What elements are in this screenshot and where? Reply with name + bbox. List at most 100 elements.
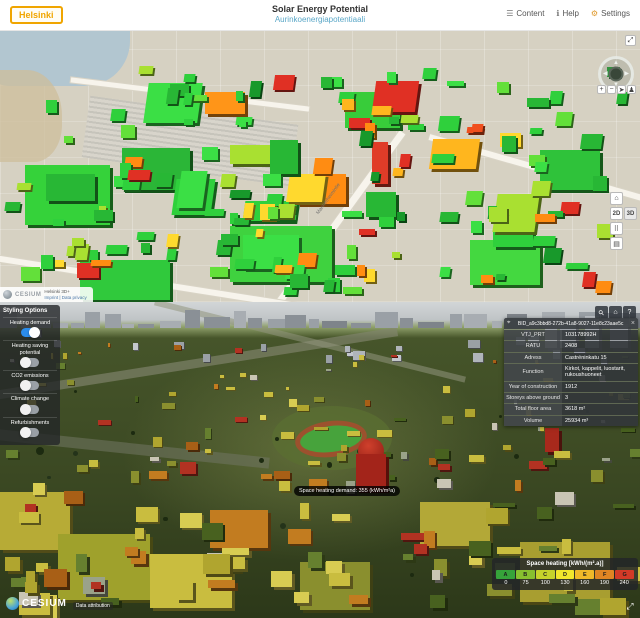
toggle-knob <box>20 357 31 368</box>
building-block <box>392 252 400 259</box>
zoom-controls: + − ➤ ♟ <box>597 85 636 94</box>
view-3d-button[interactable]: 3D <box>624 207 637 220</box>
legend-value: 0 <box>496 580 516 586</box>
building-block <box>401 115 419 123</box>
data-attribution-link[interactable]: Data attribution <box>73 602 113 610</box>
building-block <box>243 235 300 270</box>
fullscreen-button-bottom[interactable]: ⤢ <box>624 600 636 612</box>
legend-class-g: G <box>615 570 634 579</box>
pegman-button[interactable]: ♟ <box>627 85 636 94</box>
option-label: Climate change <box>3 396 57 402</box>
menu-item-help[interactable]: ℹ Help <box>556 9 579 18</box>
styling-option-refurbishments: Refurbishments <box>3 417 57 440</box>
skyline-building <box>450 314 463 328</box>
building-block <box>431 154 454 163</box>
info-value: Kirkot, kappelit, luostarit, rukoushuone… <box>562 364 638 381</box>
building-block <box>5 557 21 571</box>
building-block <box>141 243 150 253</box>
building-block <box>582 272 596 287</box>
building-block <box>535 214 554 222</box>
building-block <box>335 265 355 275</box>
building-block <box>25 582 37 593</box>
home-button[interactable]: ⌂ <box>610 192 623 205</box>
climate-change-toggle[interactable] <box>21 405 39 414</box>
zoom-in-button[interactable]: + <box>597 85 606 94</box>
building-block <box>273 75 295 90</box>
building-block <box>78 352 82 354</box>
building-block <box>6 450 19 458</box>
building-block <box>0 492 70 550</box>
building-block <box>371 106 391 115</box>
menu-item-settings[interactable]: ⚙ Settings <box>591 9 630 18</box>
toggle-knob <box>20 380 31 391</box>
close-icon[interactable]: × <box>631 320 635 327</box>
building-block <box>399 154 411 167</box>
zoom-out-button[interactable]: − <box>607 85 616 94</box>
legend-values: 0 75 100 130 160 190 240 <box>494 580 636 586</box>
cesium-logo[interactable]: CESIUM Data attribution <box>6 597 113 610</box>
info-label: Adress <box>504 353 562 363</box>
legend-classes: A B C D E F G <box>494 570 636 579</box>
tree <box>8 566 13 571</box>
building-block <box>21 577 36 584</box>
camera-track-icon[interactable]: ⌖ <box>507 320 510 327</box>
building-block <box>562 539 571 554</box>
building-block <box>515 480 522 491</box>
info-panel-titlebar: ⌖ BID_a9c3bbd8-272b-41a8-9027-11e8c23aae… <box>504 318 638 329</box>
fullscreen-button[interactable]: ⤢ <box>625 35 636 46</box>
building-block <box>497 82 509 93</box>
building-block <box>114 176 123 187</box>
menu-item-content[interactable]: ☰ Content <box>506 9 544 18</box>
building-block <box>430 595 446 608</box>
info-value: 25934 m³ <box>562 416 638 426</box>
view-2d-button[interactable]: 2D <box>610 207 623 220</box>
building-block <box>76 554 87 572</box>
building-block <box>447 81 464 87</box>
building-block <box>172 179 216 215</box>
tree <box>36 447 44 455</box>
info-row: Storeys above ground3 <box>504 392 638 403</box>
heating-map[interactable]: Styling Options Heating demand Heating s… <box>0 302 640 618</box>
cesium-wordmark: CESIUM <box>22 597 67 610</box>
building-block <box>138 66 153 74</box>
building-block <box>286 174 326 202</box>
building-block <box>540 427 544 431</box>
building-block <box>136 232 154 240</box>
building-info-panel: ⌖ BID_a9c3bbd8-272b-41a8-9027-11e8c23aae… <box>504 318 638 426</box>
skyline-building <box>309 319 320 328</box>
building-block <box>176 580 193 601</box>
building-block <box>349 595 368 604</box>
info-panel-title: BID_a9c3bbd8-272b-41a8-9027-11e8c23aae5c <box>512 321 629 327</box>
building-block <box>531 181 551 196</box>
building-block <box>493 230 534 247</box>
minus-icon: − <box>609 86 613 93</box>
menu-label-content: Content <box>516 9 544 18</box>
heating-saving-toggle[interactable] <box>21 358 39 367</box>
building-block <box>387 72 396 83</box>
locate-button[interactable]: ➤ <box>617 85 626 94</box>
info-value: Castréninkatu 15 <box>562 353 638 363</box>
building-block <box>359 229 376 236</box>
building-block <box>408 124 424 130</box>
compass-east-arrow: ▶ <box>624 71 629 77</box>
attribution-links[interactable]: Imprint | Data privacy <box>44 295 86 300</box>
building-block <box>234 259 254 269</box>
option-label: Heating demand <box>3 320 57 326</box>
building-block <box>234 218 250 225</box>
solar-map[interactable]: Mannerheimintie ⤢ ▲ ▼ ◀ ▶ + − ➤ ♟ ⌂ 2D 3… <box>0 30 640 302</box>
building-block <box>248 81 262 97</box>
tree <box>514 454 519 459</box>
refurbishments-toggle[interactable] <box>21 428 39 437</box>
header: Helsinki Solar Energy Potential Aurinkoe… <box>0 0 640 31</box>
heating-demand-toggle[interactable] <box>21 328 39 337</box>
layers-grid-button[interactable]: ⠿ <box>610 222 623 235</box>
info-row: VTJ_PRT103178992H <box>504 329 638 340</box>
info-label: Volume <box>504 416 562 426</box>
legend-list-button[interactable]: ▤ <box>610 237 623 250</box>
building-block <box>25 504 36 517</box>
legend-panel: Space heating [kWh/(m².a)] A B C D E F G… <box>492 558 638 590</box>
building-block <box>560 202 580 214</box>
co2-emissions-toggle[interactable] <box>21 381 39 390</box>
styling-panel-title: Styling Options <box>3 308 57 314</box>
building-block <box>492 194 539 232</box>
